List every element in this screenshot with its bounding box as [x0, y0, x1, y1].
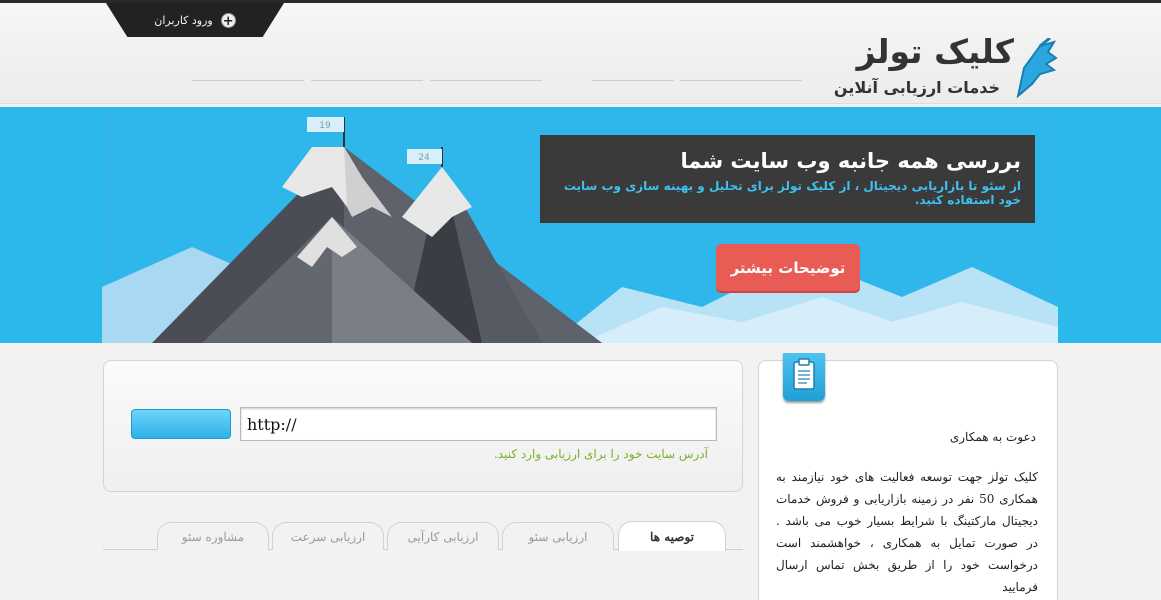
tab-seo-evaluation[interactable]: ارزیابی سئو [502, 522, 614, 550]
evaluate-button[interactable] [131, 409, 231, 439]
tab-performance-evaluation[interactable]: ارزیابی کارآیی [387, 522, 499, 550]
sidebar-title: دعوت به همکاری [949, 430, 1036, 444]
hero-banner: 19 24 بررسی همه جانبه وب سایت شما از سئو… [0, 107, 1161, 343]
logo-name: کلیک تولز [856, 32, 1015, 71]
pointing-hand-icon [1016, 38, 1058, 98]
promo-headline: بررسی همه جانبه وب سایت شما [680, 149, 1021, 173]
logo-tagline: خدمات ارزیابی آنلاین [833, 78, 1000, 97]
tab-speed-evaluation[interactable]: ارزیابی سرعت [272, 522, 384, 550]
login-label: ورود کاربران [154, 13, 213, 27]
site-logo[interactable]: کلیک تولز خدمات ارزیابی آنلاین [834, 32, 1060, 102]
nav-divider [592, 80, 674, 81]
plus-icon: + [220, 12, 236, 29]
login-button[interactable]: ورود کاربران + [106, 3, 284, 37]
nav-divider [680, 80, 802, 81]
url-hint: آدرس سایت خود را برای ارزیابی وارد کنید. [493, 447, 708, 461]
more-info-button[interactable]: توضیحات بیشتر [716, 244, 860, 291]
flag-right-label: 24 [418, 153, 430, 163]
tab-bar: توصیه ها ارزیابی سئو ارزیابی کارآیی ارزی… [103, 521, 743, 551]
nav-divider [311, 80, 423, 81]
tab-recommendations[interactable]: توصیه ها [618, 521, 726, 551]
nav-divider [430, 80, 542, 81]
url-input[interactable] [240, 407, 717, 441]
promo-box: بررسی همه جانبه وب سایت شما از سئو تا با… [540, 135, 1035, 223]
tab-seo-consulting[interactable]: مشاوره سئو [157, 522, 269, 550]
sidebar-text: کلیک تولز جهت توسعه فعالیت های خود نیازم… [776, 470, 1038, 594]
nav-divider [192, 80, 304, 81]
flag-left-label: 19 [319, 121, 331, 131]
clipboard-icon [783, 353, 825, 401]
promo-subline: از سئو تا بازاریابی دیجیتال ، از کلیک تو… [563, 179, 1021, 207]
